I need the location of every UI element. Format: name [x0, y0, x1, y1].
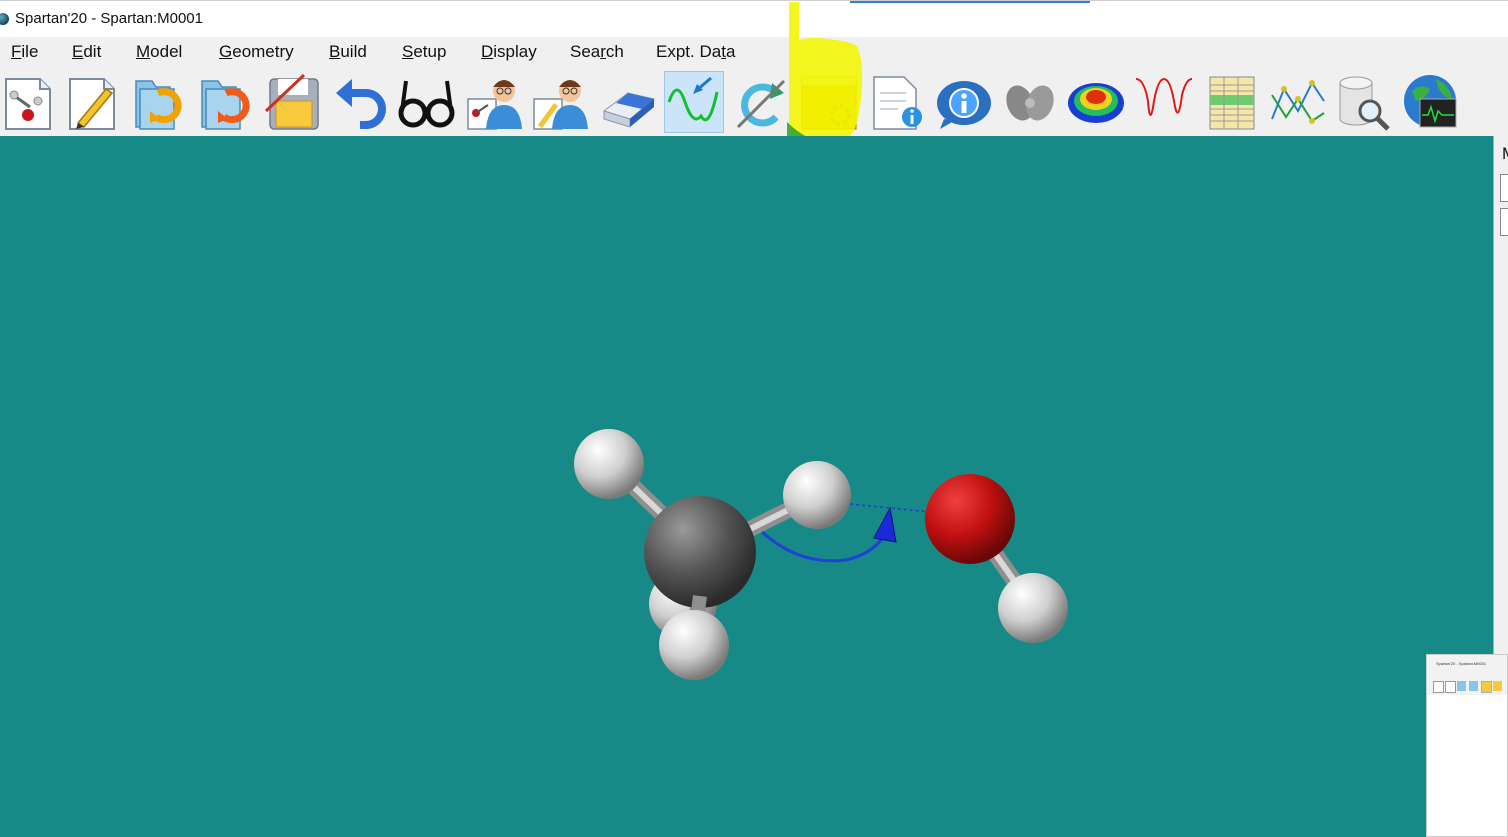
- thumb-save-icon: [1481, 681, 1492, 693]
- menu-bar: File Edit Model Geometry Build Setup Dis…: [0, 37, 1508, 67]
- recent-folder-icon: [201, 80, 250, 130]
- orbitals-button[interactable]: [1000, 71, 1060, 133]
- database-search-button[interactable]: [1334, 71, 1394, 133]
- reaction-arrow: [761, 530, 886, 563]
- window-title: Spartan'20 - Spartan:M0001: [15, 10, 203, 27]
- builder-person-icon: [467, 80, 522, 130]
- eraser-button[interactable]: [598, 71, 658, 133]
- spectra-icon: [1135, 77, 1193, 116]
- properties-info-button[interactable]: [934, 71, 994, 133]
- open-folder-icon: [135, 80, 182, 130]
- carbon-atom[interactable]: [644, 496, 756, 608]
- reaction-coordinate-icon: [667, 76, 719, 122]
- menu-setup[interactable]: Setup: [402, 42, 446, 62]
- close-save-button[interactable]: [262, 71, 322, 133]
- spreadsheet-button[interactable]: [1202, 71, 1262, 133]
- menu-expt-data[interactable]: Expt. Data: [656, 42, 735, 62]
- window-thumbnail-preview[interactable]: Spartan'20 - Spartan:M0001: [1426, 654, 1508, 837]
- calculations-settings-button[interactable]: [798, 71, 858, 133]
- reaction-arrowhead: [873, 506, 897, 543]
- app-icon: [0, 13, 9, 25]
- monitor-globe-icon: [1404, 75, 1457, 128]
- menu-file[interactable]: File: [11, 42, 38, 62]
- thumbnail-body: [1427, 695, 1507, 836]
- monitor-globe-button[interactable]: [1400, 71, 1460, 133]
- properties-info-icon: [937, 81, 991, 129]
- editor-person-button[interactable]: [530, 71, 590, 133]
- menu-display[interactable]: Display: [481, 42, 537, 62]
- right-panel-label: M: [1502, 144, 1508, 164]
- rotate-refresh-button[interactable]: [730, 71, 790, 133]
- surfaces-icon: [1068, 83, 1124, 123]
- new-molecule-icon: [5, 78, 51, 130]
- close-save-icon: [264, 73, 319, 130]
- menu-edit[interactable]: Edit: [72, 42, 101, 62]
- toolbar: [0, 67, 1508, 137]
- calculations-settings-icon: [801, 76, 857, 130]
- molecule-viewport[interactable]: [0, 136, 1493, 837]
- molecule-model[interactable]: [0, 136, 1493, 837]
- output-document-button[interactable]: [868, 71, 928, 133]
- build-pencil-icon: [69, 78, 115, 130]
- title-bar: Spartan'20 - Spartan:M0001: [0, 0, 1508, 37]
- rotate-refresh-icon: [736, 79, 786, 129]
- spectra-button[interactable]: [1134, 71, 1194, 133]
- reaction-coordinate-button[interactable]: [664, 71, 724, 133]
- database-search-icon: [1339, 76, 1390, 131]
- hydrogen-atom[interactable]: [783, 461, 851, 529]
- hydrogen-atom[interactable]: [998, 573, 1068, 643]
- editor-person-icon: [533, 80, 588, 130]
- menu-build[interactable]: Build: [329, 42, 367, 62]
- build-pencil-button[interactable]: [64, 71, 124, 133]
- orbitals-icon: [1006, 85, 1054, 121]
- plots-button[interactable]: [1268, 71, 1328, 133]
- thumb-recent-folder-icon: [1469, 681, 1478, 691]
- hydrogen-atom[interactable]: [574, 429, 644, 499]
- menu-geometry[interactable]: Geometry: [219, 42, 294, 62]
- view-glasses-button[interactable]: [396, 71, 456, 133]
- thumb-settings-icon: [1493, 681, 1502, 691]
- menu-search[interactable]: Search: [570, 42, 624, 62]
- output-document-icon: [873, 76, 922, 130]
- right-panel-field[interactable]: [1500, 208, 1508, 236]
- recent-folder-button[interactable]: [196, 71, 256, 133]
- thumb-build-pencil-icon: [1445, 681, 1456, 693]
- surfaces-button[interactable]: [1066, 71, 1126, 133]
- thumb-open-folder-icon: [1457, 681, 1466, 691]
- view-glasses-icon: [398, 80, 455, 128]
- undo-arrow-icon: [336, 79, 386, 129]
- open-folder-button[interactable]: [130, 71, 190, 133]
- undo-button[interactable]: [330, 71, 390, 133]
- title-accent-line: [850, 1, 1090, 3]
- thumbnail-title: Spartan'20 - Spartan:M0001: [1436, 661, 1487, 666]
- hydrogen-atom[interactable]: [659, 610, 729, 680]
- builder-person-button[interactable]: [464, 71, 524, 133]
- right-panel-field[interactable]: [1500, 174, 1508, 202]
- new-molecule-button[interactable]: [0, 71, 60, 133]
- thumbnail-header: Spartan'20 - Spartan:M0001: [1427, 655, 1507, 695]
- menu-model[interactable]: Model: [136, 42, 182, 62]
- spreadsheet-icon: [1209, 76, 1255, 130]
- thumb-new-molecule-icon: [1433, 681, 1444, 693]
- plots-icon: [1271, 80, 1325, 124]
- eraser-icon: [602, 92, 656, 128]
- oxygen-atom[interactable]: [925, 474, 1015, 564]
